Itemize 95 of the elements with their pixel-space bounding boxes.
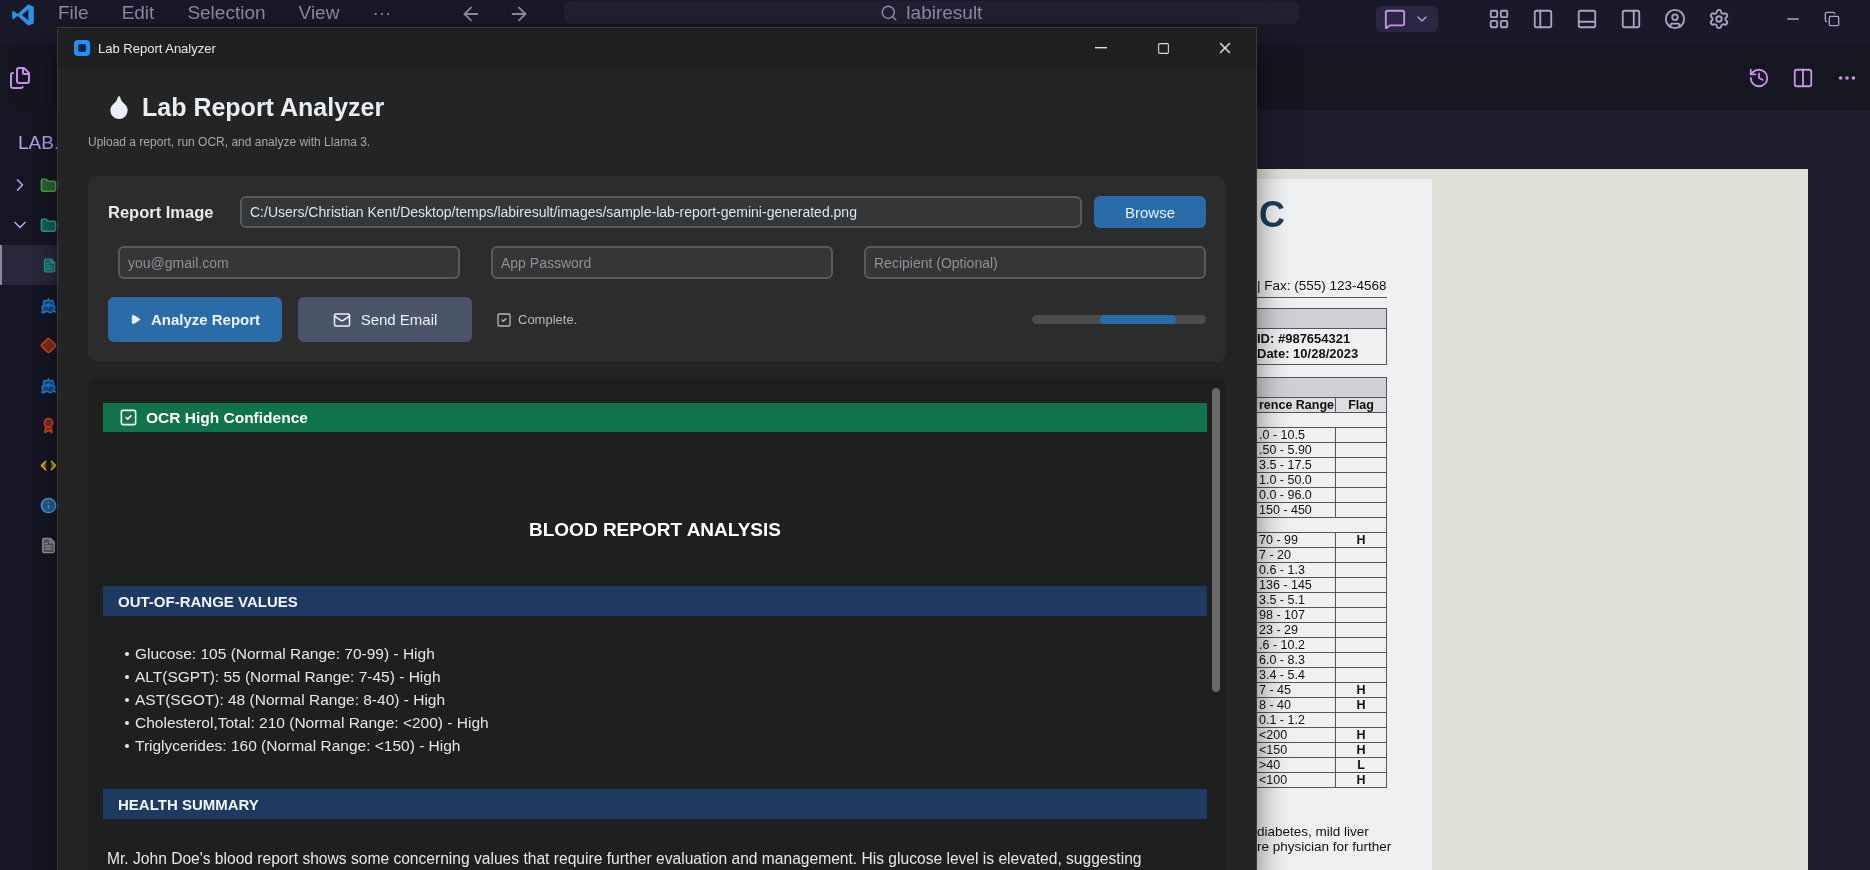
summary-paragraph: Mr. John Doe's blood report shows some concerning values that require further evaluation and management. His glucose level is elevated, suggesting bbox=[107, 849, 1143, 869]
bullet-dot bbox=[125, 674, 129, 679]
table-cell bbox=[1336, 428, 1387, 443]
scrollbar-thumb[interactable] bbox=[1212, 388, 1220, 692]
table-cell bbox=[1336, 593, 1387, 608]
list-item: AST(SGOT): 48 (Normal Range: 8-40) - High bbox=[135, 690, 446, 709]
menu-item[interactable]: ··· bbox=[372, 2, 392, 24]
bullet-dot bbox=[125, 697, 129, 702]
table-cell bbox=[1336, 623, 1387, 638]
app-title: Lab Report Analyzer bbox=[142, 92, 385, 123]
checkbox[interactable] bbox=[496, 311, 512, 328]
table-cell bbox=[1336, 668, 1387, 683]
explorer-title: LAB. bbox=[18, 131, 58, 155]
sidebar-toggle-icon[interactable] bbox=[1532, 8, 1554, 30]
file-icon bbox=[41, 256, 57, 274]
table-cell bbox=[1336, 488, 1387, 503]
report-heading: BLOOD REPORT ANALYSIS bbox=[528, 518, 782, 542]
table-cell: H bbox=[1336, 698, 1387, 713]
table-cell bbox=[1336, 563, 1387, 578]
table-cell bbox=[1336, 713, 1387, 728]
secondary-sidebar-icon[interactable] bbox=[1620, 8, 1642, 30]
diamond-icon bbox=[40, 336, 57, 354]
table-cell bbox=[1336, 548, 1387, 563]
command-search-field[interactable]: labiresult bbox=[564, 1, 1299, 24]
table-cell bbox=[1336, 638, 1387, 653]
table-cell bbox=[1336, 458, 1387, 473]
info-line: ID: #987654321 bbox=[1257, 331, 1351, 346]
envelope-icon bbox=[332, 310, 351, 329]
panel-toggle-icon[interactable] bbox=[1576, 8, 1598, 30]
note-line: re physician for further bbox=[1257, 839, 1392, 854]
table-cell bbox=[1336, 443, 1387, 458]
app-icon bbox=[74, 40, 90, 56]
table-cell bbox=[1336, 608, 1387, 623]
input-field[interactable]: Recipient (Optional) bbox=[864, 246, 1206, 279]
explorer-icon[interactable] bbox=[8, 66, 32, 90]
search-icon bbox=[880, 3, 899, 22]
list-item: Glucose: 105 (Normal Range: 70-99) - High bbox=[135, 644, 435, 663]
account-icon[interactable] bbox=[1664, 8, 1686, 30]
maximize-icon bbox=[1156, 41, 1170, 55]
list-item: Triglycerides: 160 (Normal Range: <150) - High bbox=[135, 736, 461, 755]
bullet-dot bbox=[125, 743, 129, 748]
input-field[interactable]: App Password bbox=[491, 246, 833, 279]
list-item: Cholesterol,Total: 210 (Normal Range: <200) - High bbox=[135, 713, 489, 732]
minimize-icon bbox=[1095, 47, 1107, 49]
menu-item[interactable]: View bbox=[298, 2, 340, 24]
logo-letter: C bbox=[1259, 195, 1285, 235]
table-cell bbox=[1336, 503, 1387, 518]
note-line: diabetes, mild liver bbox=[1257, 824, 1369, 839]
table-cell bbox=[1336, 653, 1387, 668]
section-title: OUT-OF-RANGE VALUES bbox=[118, 592, 298, 610]
info-icon bbox=[40, 496, 57, 514]
split-editor-icon[interactable] bbox=[1792, 67, 1814, 89]
restore-icon[interactable] bbox=[1824, 11, 1840, 27]
table-cell: H bbox=[1336, 533, 1387, 548]
chat-icon bbox=[1384, 8, 1406, 30]
list-item: ALT(SGPT): 55 (Normal Range: 7-45) - High bbox=[135, 667, 441, 686]
browse-button[interactable]: Browse bbox=[1094, 196, 1206, 228]
folder-icon bbox=[40, 216, 57, 234]
app-subtitle: Upload a report, run OCR, and analyze with Llama 3. bbox=[88, 134, 371, 150]
window-title: Lab Report Analyzer bbox=[98, 40, 216, 56]
bullet-dot bbox=[125, 651, 129, 656]
file-path-field[interactable]: C:/Users/Christian Kent/Desktop/temps/labiresult/images/sample-lab-report-gemini-generated.png bbox=[240, 196, 1082, 228]
banner-text: OCR High Confidence bbox=[146, 408, 308, 427]
bullet-dot bbox=[125, 720, 129, 725]
table-cell: L bbox=[1336, 758, 1387, 773]
settings-icon[interactable] bbox=[1708, 8, 1730, 30]
menu-item[interactable]: Edit bbox=[121, 2, 155, 24]
table-cell: H bbox=[1336, 773, 1387, 788]
table-cell: H bbox=[1336, 683, 1387, 698]
table-cell bbox=[1336, 578, 1387, 593]
tree-item[interactable] bbox=[0, 245, 57, 285]
table-cell: H bbox=[1336, 728, 1387, 743]
folder-icon bbox=[40, 176, 57, 194]
menu-item[interactable]: File bbox=[58, 2, 89, 24]
menu-item[interactable]: Selection bbox=[187, 2, 266, 24]
table-header: Flag bbox=[1336, 398, 1387, 413]
contact-line: | Fax: (555) 123-4568 bbox=[1257, 278, 1387, 294]
analyze-button[interactable]: Analyze Report bbox=[108, 297, 282, 342]
history-icon[interactable] bbox=[1748, 67, 1770, 89]
send-email-button[interactable]: Send Email bbox=[298, 297, 472, 342]
chat-button[interactable] bbox=[1376, 6, 1438, 32]
table-cell: H bbox=[1336, 743, 1387, 758]
field-label: Report Image bbox=[108, 202, 215, 222]
input-field[interactable]: you@gmail.com bbox=[118, 246, 460, 279]
ship-icon bbox=[40, 376, 57, 394]
file-icon bbox=[40, 536, 57, 554]
section-title: HEALTH SUMMARY bbox=[118, 795, 259, 813]
info-line: Date: 10/28/2023 bbox=[1257, 346, 1359, 361]
table-header: rence Range bbox=[1257, 398, 1336, 413]
editor-logo-icon bbox=[10, 2, 36, 28]
table-cell bbox=[1336, 473, 1387, 488]
play-icon bbox=[129, 314, 141, 325]
layout-icon[interactable] bbox=[1488, 8, 1510, 30]
ship-icon bbox=[40, 296, 57, 314]
status-label: Complete. bbox=[518, 312, 578, 327]
